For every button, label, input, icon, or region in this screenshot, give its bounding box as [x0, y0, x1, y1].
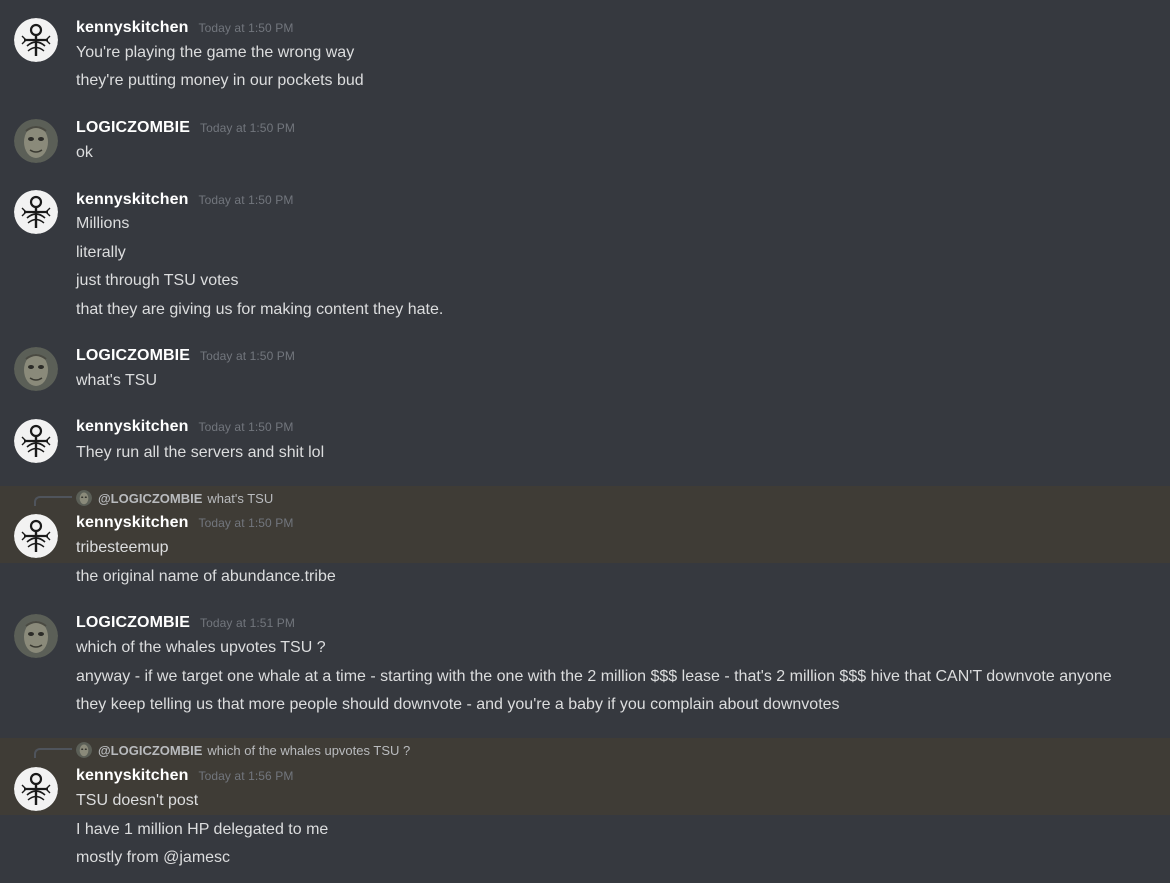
message-line: that they are giving us for making conte…	[76, 301, 444, 318]
timestamp: Today at 1:50 PM	[198, 21, 294, 35]
timestamp: Today at 1:50 PM	[198, 516, 294, 530]
message-group: LOGICZOMBIE Today at 1:50 PM ok	[0, 100, 1170, 172]
timestamp: Today at 1:56 PM	[198, 769, 294, 783]
message-line: which of the whales upvotes TSU ?	[76, 639, 326, 656]
message-group: kennyskitchen Today at 1:50 PM You're pla…	[0, 0, 1170, 100]
avatar-logiczombie[interactable]	[14, 119, 58, 163]
ankh-logo-icon	[14, 767, 58, 811]
username[interactable]: LOGICZOMBIE	[76, 347, 190, 364]
message-line: just through TSU votes	[76, 272, 239, 289]
avatar-kennyskitchen[interactable]	[14, 514, 58, 558]
message-header: kennyskitchen Today at 1:56 PM	[76, 767, 293, 785]
reply-spine	[34, 496, 72, 506]
avatar-logiczombie[interactable]	[14, 614, 58, 658]
message-header: kennyskitchen Today at 1:50 PM	[76, 418, 293, 436]
message-header: kennyskitchen Today at 1:50 PM	[76, 19, 293, 37]
reply-spine	[34, 748, 72, 758]
reply-author[interactable]: @LOGICZOMBIE	[98, 743, 202, 758]
timestamp: Today at 1:50 PM	[198, 193, 294, 207]
timestamp: Today at 1:51 PM	[199, 616, 295, 630]
username[interactable]: LOGICZOMBIE	[76, 614, 190, 631]
message-line: they're putting money in our pockets bud	[76, 72, 364, 89]
zombie-face-icon	[14, 119, 58, 163]
message-line: the original name of abundance.tribe	[76, 568, 336, 585]
reply-avatar	[76, 742, 92, 758]
message-group-mention: @LOGICZOMBIE which of the whales upvotes…	[0, 738, 1170, 815]
avatar-kennyskitchen[interactable]	[14, 419, 58, 463]
avatar-kennyskitchen[interactable]	[14, 767, 58, 811]
username[interactable]: kennyskitchen	[76, 514, 188, 531]
message-continuation: I have 1 million HP delegated to me most…	[0, 815, 1170, 883]
message-line: literally	[76, 244, 126, 261]
message-group: LOGICZOMBIE Today at 1:51 PM which of the…	[0, 603, 1170, 738]
zombie-face-icon	[14, 347, 58, 391]
message-group: kennyskitchen Today at 1:50 PM Millions l…	[0, 172, 1170, 328]
username[interactable]: kennyskitchen	[76, 767, 188, 784]
reply-text: which of the whales upvotes TSU ?	[207, 742, 411, 758]
message-line: They run all the servers and shit lol	[76, 444, 325, 461]
message-line: TSU doesn't post	[76, 792, 199, 809]
zombie-face-icon	[14, 614, 58, 658]
message-line: You're playing the game the wrong way	[76, 44, 355, 61]
zombie-face-icon	[76, 490, 92, 506]
message-header: kennyskitchen Today at 1:50 PM	[76, 191, 293, 209]
message-continuation: the original name of abundance.tribe	[0, 563, 1170, 603]
reply-reference[interactable]: @LOGICZOMBIE what's TSU	[76, 489, 273, 507]
ankh-logo-icon	[14, 419, 58, 463]
message-line: mostly from @jamesc	[76, 849, 231, 866]
ankh-logo-icon	[14, 18, 58, 62]
reply-author[interactable]: @LOGICZOMBIE	[98, 491, 202, 506]
ankh-logo-icon	[14, 190, 58, 234]
message-header: LOGICZOMBIE Today at 1:50 PM	[76, 347, 295, 365]
timestamp: Today at 1:50 PM	[198, 420, 294, 434]
message-line: I have 1 million HP delegated to me	[76, 821, 329, 838]
username[interactable]: kennyskitchen	[76, 418, 188, 435]
zombie-face-icon	[76, 742, 92, 758]
username[interactable]: kennyskitchen	[76, 191, 188, 208]
reply-text: what's TSU	[207, 490, 274, 506]
message-group: LOGICZOMBIE Today at 1:50 PM what's TSU	[0, 328, 1170, 400]
username[interactable]: LOGICZOMBIE	[76, 119, 190, 136]
reply-avatar	[76, 490, 92, 506]
avatar-logiczombie[interactable]	[14, 347, 58, 391]
avatar-kennyskitchen[interactable]	[14, 18, 58, 62]
reply-reference[interactable]: @LOGICZOMBIE which of the whales upvotes…	[76, 741, 410, 759]
message-header: kennyskitchen Today at 1:50 PM	[76, 514, 293, 532]
avatar-kennyskitchen[interactable]	[14, 190, 58, 234]
message-group: kennyskitchen Today at 1:50 PM They run a…	[0, 400, 1170, 486]
message-line: they keep telling us that more people sh…	[76, 696, 840, 713]
message-header: LOGICZOMBIE Today at 1:50 PM	[76, 119, 295, 137]
message-line: ok	[76, 144, 93, 161]
username[interactable]: kennyskitchen	[76, 19, 188, 36]
message-line: Millions	[76, 215, 130, 232]
message-line: what's TSU	[76, 372, 158, 389]
ankh-logo-icon	[14, 514, 58, 558]
message-header: LOGICZOMBIE Today at 1:51 PM	[76, 614, 295, 632]
message-group-mention: @LOGICZOMBIE what's TSU kennyskitchen Tod…	[0, 486, 1170, 563]
message-line: anyway - if we target one whale at a tim…	[76, 668, 1112, 685]
timestamp: Today at 1:50 PM	[199, 121, 295, 135]
timestamp: Today at 1:50 PM	[199, 349, 295, 363]
message-line: tribesteemup	[76, 539, 169, 556]
